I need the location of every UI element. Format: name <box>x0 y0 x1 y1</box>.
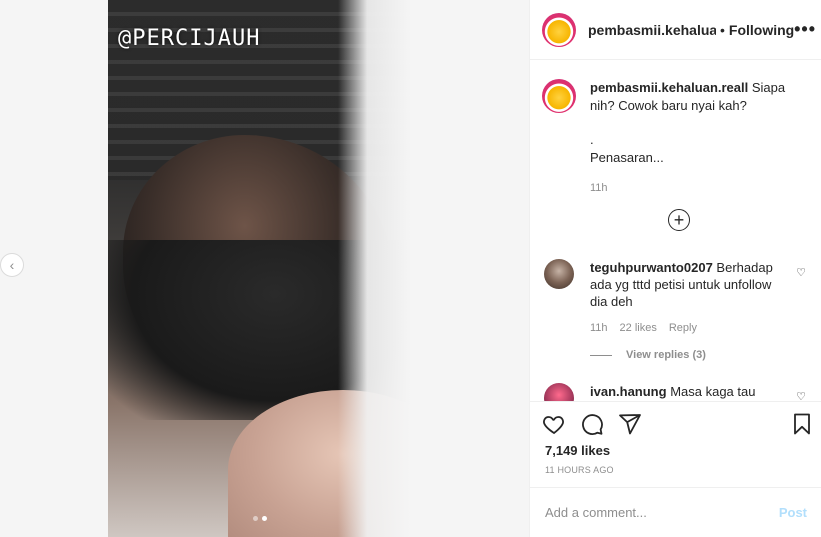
post-caption: pembasmii.kehaluan.reall Siapa nih? Cowo… <box>542 79 800 197</box>
bright-edge <box>338 0 411 537</box>
heart-icon[interactable] <box>542 412 566 436</box>
reply-button[interactable]: Reply <box>669 320 697 337</box>
comment-avatar[interactable] <box>544 259 574 289</box>
carousel-dot <box>253 516 258 521</box>
caption-username[interactable]: pembasmii.kehaluan.reall <box>590 80 748 95</box>
comment-body: ivan.hanung Masa kaga tau gofar <box>590 383 780 401</box>
caption-avatar[interactable] <box>542 79 576 113</box>
video-watermark: @PERCIJAUH <box>118 26 261 51</box>
divider <box>590 354 612 356</box>
post-header: pembasmii.kehaluan.r • Following ••• <box>530 0 821 60</box>
comment-like-icon[interactable]: ♡ <box>796 390 806 401</box>
header-username[interactable]: pembasmii.kehaluan.r <box>588 22 716 38</box>
following-button[interactable]: Following <box>729 22 794 38</box>
post-dialog: ‹ @PERCIJAUH pembasmii.kehaluan.r • Foll… <box>0 0 821 537</box>
comment-time: 11h <box>590 322 608 334</box>
more-options-icon[interactable]: ••• <box>794 19 816 40</box>
caption-time: 11h <box>590 182 608 194</box>
load-more-comments-button[interactable]: + <box>668 209 690 231</box>
comment-username[interactable]: ivan.hanung <box>590 384 667 399</box>
comment-username[interactable]: teguhpurwanto0207 <box>590 260 713 275</box>
avatar[interactable] <box>542 12 576 47</box>
likes-count[interactable]: 7,149 likes <box>545 443 610 458</box>
post-actions: 7,149 likes 11 HOURS AGO <box>530 401 821 487</box>
post-button[interactable]: Post <box>779 505 807 520</box>
comment-item: ivan.hanung Masa kaga tau gofar <box>544 383 780 401</box>
media-panel: ‹ @PERCIJAUH <box>0 0 529 537</box>
comment-likes[interactable]: 22 likes <box>620 320 657 337</box>
add-comment-input[interactable] <box>545 505 779 520</box>
plus-icon: + <box>673 210 685 230</box>
comment-meta: 11h 22 likes Reply <box>590 320 780 337</box>
chevron-left-icon: ‹ <box>9 257 15 273</box>
view-replies-label: View replies (3) <box>626 349 706 361</box>
comment-icon[interactable] <box>580 412 604 436</box>
caption-text: pembasmii.kehaluan.reall Siapa nih? Cowo… <box>590 79 800 197</box>
comment-like-icon[interactable]: ♡ <box>796 266 806 279</box>
carousel-dot-active <box>262 516 267 521</box>
comment-body: teguhpurwanto0207 Berhadap ada yg tttd p… <box>590 259 780 337</box>
share-icon[interactable] <box>618 412 642 436</box>
post-video[interactable] <box>108 0 411 537</box>
view-replies-button[interactable]: View replies (3) <box>590 349 706 361</box>
post-timestamp: 11 HOURS AGO <box>545 465 614 475</box>
action-icons <box>542 412 642 436</box>
header-separator: • <box>720 21 725 38</box>
comment-avatar[interactable] <box>544 383 574 401</box>
caption-line2: Penasaran... <box>590 150 664 165</box>
add-comment-bar: Post <box>530 487 821 537</box>
comment-item: teguhpurwanto0207 Berhadap ada yg tttd p… <box>544 259 780 337</box>
comments-list[interactable]: pembasmii.kehaluan.reall Siapa nih? Cowo… <box>530 61 821 401</box>
carousel-indicator <box>253 516 267 521</box>
caption-dot-line: . <box>590 132 594 147</box>
carousel-prev-button[interactable]: ‹ <box>0 253 24 277</box>
bookmark-icon[interactable] <box>790 412 814 436</box>
details-panel: pembasmii.kehaluan.r • Following ••• pem… <box>529 0 821 537</box>
